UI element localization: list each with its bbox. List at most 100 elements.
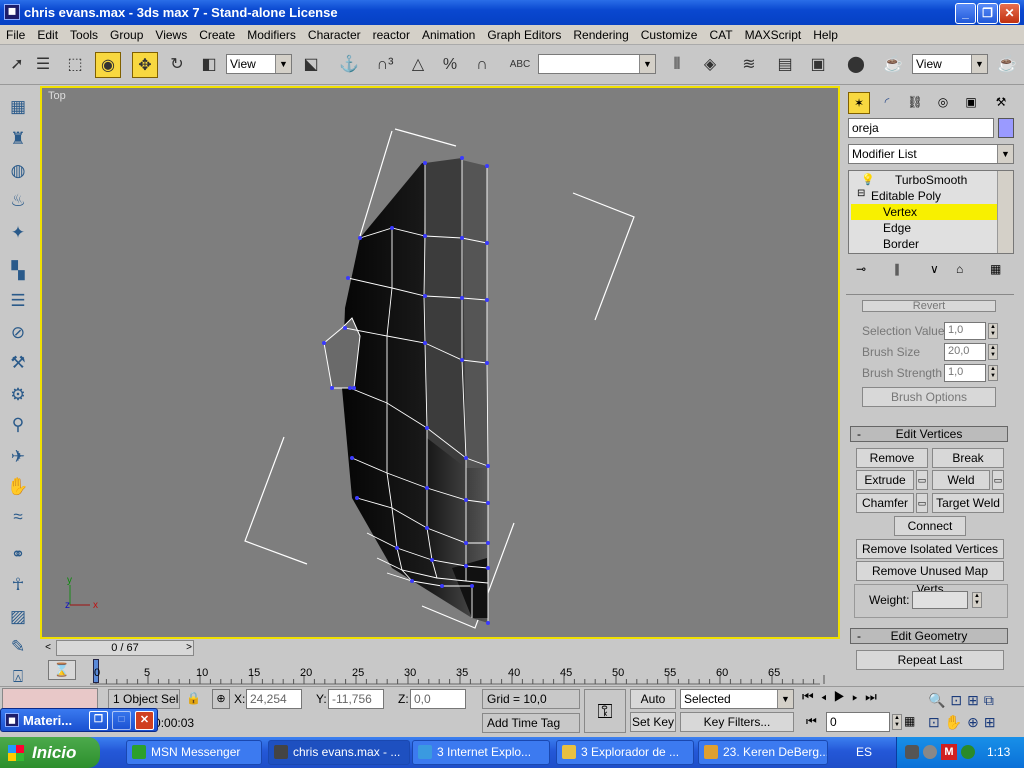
menu-character[interactable]: Character bbox=[302, 25, 367, 44]
pin-stack-icon[interactable]: ⊸ bbox=[856, 262, 866, 276]
edit-vertices-rollout[interactable]: - Edit Vertices bbox=[850, 426, 1008, 442]
bulb-icon[interactable]: 💡 bbox=[861, 173, 875, 187]
schematic-view-icon[interactable]: ▣ bbox=[805, 52, 831, 78]
brush-strength-field[interactable]: 1,0 bbox=[944, 364, 986, 382]
utilities-tab-icon[interactable]: ⚒ bbox=[990, 92, 1012, 114]
menu-help[interactable]: Help bbox=[807, 25, 844, 44]
snap-3d-icon[interactable]: ∩³ bbox=[372, 52, 398, 78]
sphere-icon[interactable]: ◍ bbox=[5, 158, 31, 184]
brush-size-field[interactable]: 20,0 bbox=[944, 343, 986, 361]
display-tab-icon[interactable]: ▣ bbox=[960, 92, 982, 114]
menu-animation[interactable]: Animation bbox=[416, 25, 481, 44]
make-unique-icon[interactable]: ∨ bbox=[930, 262, 939, 276]
frame-spinner[interactable]: ▲ ▼ bbox=[892, 714, 902, 730]
start-button[interactable]: Inicio bbox=[0, 737, 100, 768]
link-icon[interactable]: ⚓ bbox=[336, 52, 362, 78]
add-time-tag[interactable]: Add Time Tag bbox=[482, 713, 580, 733]
wave-icon[interactable]: ≈ bbox=[5, 504, 31, 530]
key-mode-toggle-icon[interactable]: ⏮ bbox=[806, 714, 817, 729]
remove-isolated-vertices-button[interactable]: Remove Isolated Vertices bbox=[856, 539, 1004, 559]
material-editor-icon[interactable]: ⬤ bbox=[843, 52, 869, 78]
curve-editor-icon[interactable]: ▤ bbox=[772, 52, 798, 78]
tray-msn-icon[interactable] bbox=[961, 745, 975, 759]
minimize-button[interactable]: _ bbox=[955, 3, 976, 24]
pivot-icon[interactable]: ⬕ bbox=[298, 52, 324, 78]
menu-customize[interactable]: Customize bbox=[635, 25, 704, 44]
menu-file[interactable]: File bbox=[0, 25, 31, 44]
x-coord-field[interactable]: 24,254 bbox=[246, 689, 302, 709]
playback-controls[interactable]: ⏮◂▶▸⏭ bbox=[802, 689, 926, 709]
brush-size-spinner[interactable]: ▲ ▼ bbox=[988, 344, 998, 360]
menu-graph-editors[interactable]: Graph Editors bbox=[481, 25, 567, 44]
stack-item-vertex-row[interactable] bbox=[851, 204, 997, 220]
remove-button[interactable]: Remove bbox=[856, 448, 928, 468]
auto-key-button[interactable]: Auto Key bbox=[630, 689, 676, 724]
timeline-track[interactable]: ⌛ 5 10 15 20 25 30 35 40 45 50 55 60 65 0 bbox=[40, 657, 840, 685]
menu-group[interactable]: Group bbox=[104, 25, 149, 44]
menu-tools[interactable]: Tools bbox=[64, 25, 104, 44]
modifier-list-dropdown[interactable]: Modifier List ▼ bbox=[848, 144, 1014, 164]
key-icon[interactable]: ⚿ bbox=[584, 689, 626, 733]
hand-icon[interactable]: ✋ bbox=[5, 474, 31, 500]
brush-options-button[interactable]: Brush Options bbox=[862, 387, 996, 407]
maximize-button[interactable]: □ bbox=[112, 711, 131, 730]
fish-icon[interactable]: ✈ bbox=[5, 444, 31, 470]
break-button[interactable]: Break bbox=[932, 448, 1004, 468]
remove-modifier-icon[interactable]: ⌂ bbox=[956, 262, 963, 276]
task-keren[interactable]: 23. Keren DeBerg... bbox=[698, 740, 828, 765]
menu-create[interactable]: Create bbox=[193, 25, 241, 44]
time-slider-thumb[interactable]: 0 / 67 bbox=[56, 640, 194, 656]
tray-volume-icon[interactable] bbox=[923, 745, 937, 759]
motion-tab-icon[interactable]: ◎ bbox=[932, 92, 954, 114]
material-editor-minimized[interactable]: ◼ Materi... ❐ □ ✕ bbox=[0, 708, 158, 732]
hierarchy-tab-icon[interactable]: ⛓ bbox=[904, 92, 926, 114]
weight-field[interactable] bbox=[912, 591, 968, 609]
joint-icon[interactable]: ⚲ bbox=[5, 412, 31, 438]
key-filters-button[interactable]: Key Filters... bbox=[680, 712, 794, 732]
render-scene-icon[interactable]: ☕ bbox=[880, 52, 906, 78]
viewport-top[interactable]: Top y x z bbox=[40, 86, 840, 639]
menu-modifiers[interactable]: Modifiers bbox=[241, 25, 302, 44]
task-internet-explorer[interactable]: 3 Internet Explo... bbox=[412, 740, 550, 765]
stack-item-editable-poly[interactable]: Editable Poly bbox=[871, 189, 941, 203]
slider-right-arrow[interactable]: > bbox=[182, 640, 196, 656]
time-slider[interactable]: < 0 / 67 > bbox=[40, 639, 840, 657]
z-coord-field[interactable]: 0,0 bbox=[410, 689, 466, 709]
set-key-button[interactable]: Set Key bbox=[630, 712, 676, 732]
stack-item-vertex[interactable]: Vertex bbox=[883, 205, 917, 219]
connect-button[interactable]: Connect bbox=[894, 516, 966, 536]
revert-button[interactable]: Revert bbox=[862, 300, 996, 312]
selection-value-spinner[interactable]: ▲ ▼ bbox=[988, 323, 998, 339]
rings-icon[interactable]: ⚭ bbox=[5, 542, 31, 568]
repeat-last-button[interactable]: Repeat Last bbox=[856, 650, 1004, 670]
spinner-snap-icon[interactable]: ∩ bbox=[469, 52, 495, 78]
menu-views[interactable]: Views bbox=[149, 25, 193, 44]
render-view-dropdown[interactable]: View ▼ bbox=[912, 54, 988, 74]
menu-rendering[interactable]: Rendering bbox=[567, 25, 634, 44]
checker-icon[interactable]: ▚ bbox=[5, 258, 31, 284]
boxes-icon[interactable]: ▦ bbox=[5, 94, 31, 120]
restore-button[interactable]: ❐ bbox=[977, 3, 998, 24]
close-button[interactable]: ✕ bbox=[135, 711, 154, 730]
edit-named-sel-icon[interactable]: ABC bbox=[507, 52, 533, 78]
shirt-icon[interactable]: ♜ bbox=[5, 126, 31, 152]
brush-strength-spinner[interactable]: ▲ ▼ bbox=[988, 365, 998, 381]
quick-render-icon[interactable]: ☕ bbox=[994, 52, 1020, 78]
chamfer-button[interactable]: Chamfer bbox=[856, 493, 914, 513]
lock-icon[interactable]: 🔒 bbox=[186, 691, 201, 705]
weight-spinner[interactable]: ▲ ▼ bbox=[972, 592, 982, 608]
close-button[interactable]: ✕ bbox=[999, 3, 1020, 24]
select-by-name-icon[interactable]: ☰ bbox=[30, 52, 56, 78]
gmail-icon[interactable]: M bbox=[941, 744, 957, 760]
align-icon[interactable]: ◈ bbox=[697, 52, 723, 78]
weld-settings-icon[interactable]: ▭ bbox=[992, 470, 1004, 490]
language-indicator[interactable]: ES bbox=[856, 745, 872, 759]
tray-app-icon[interactable] bbox=[905, 745, 919, 759]
rotate-icon[interactable]: ↻ bbox=[164, 52, 190, 78]
angle-snap-icon[interactable]: △ bbox=[405, 52, 431, 78]
gear-icon[interactable]: ⚙ bbox=[5, 382, 31, 408]
modify-tab-icon[interactable]: ◜ bbox=[876, 92, 898, 114]
move-icon[interactable]: ✥ bbox=[132, 52, 158, 78]
lamp-icon[interactable]: ♨ bbox=[5, 188, 31, 214]
named-selection-dropdown[interactable]: ▼ bbox=[538, 54, 656, 74]
